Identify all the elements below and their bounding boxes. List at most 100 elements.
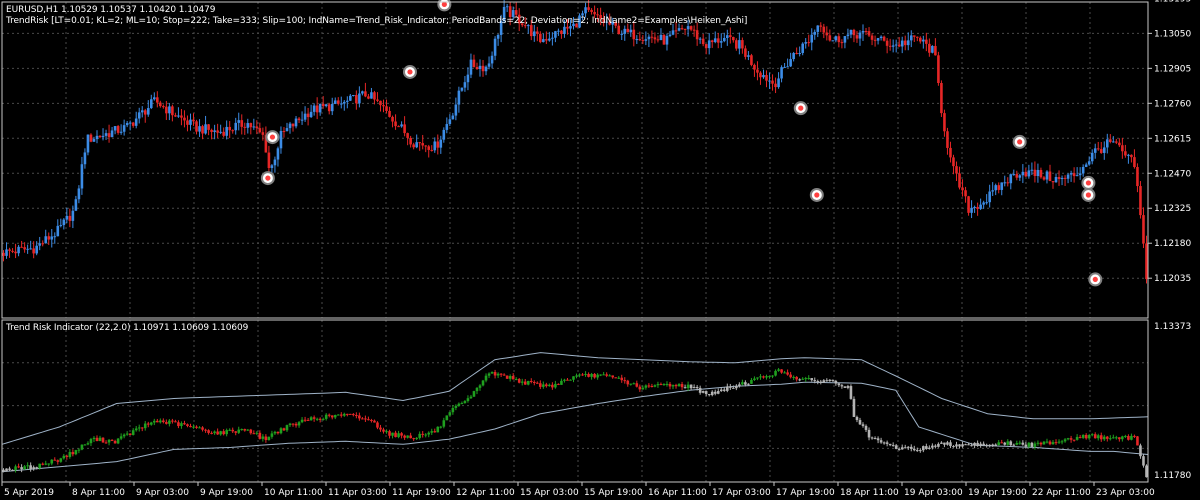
indicator-candle-body [876, 438, 880, 441]
indicator-candle-body [234, 431, 238, 433]
trade-marker-icon[interactable] [793, 101, 808, 116]
indicator-candle-body [545, 384, 548, 387]
candle-body [336, 100, 340, 104]
indicator-candle-body [32, 467, 35, 470]
candle-body [569, 26, 572, 29]
candle-body [35, 245, 38, 254]
indicator-candle-body [569, 379, 572, 381]
candle-body [710, 40, 714, 43]
candle-body [137, 112, 141, 119]
trade-marker-icon[interactable] [260, 171, 275, 186]
candle-body [219, 131, 222, 133]
candle-body [716, 38, 720, 43]
indicator-candle-body [478, 385, 482, 388]
candle-body [828, 35, 832, 41]
candle-body [789, 59, 792, 67]
candle-body [149, 99, 153, 109]
indicator-candle-body [909, 446, 913, 449]
candle-body [1099, 149, 1103, 153]
indicator-candle-body [1109, 438, 1112, 440]
indicator-candle-body [508, 376, 512, 379]
indicator-candle-body [174, 421, 177, 423]
candle-body [870, 35, 874, 40]
candle-body [110, 130, 114, 138]
indicator-candle-body [756, 377, 759, 379]
indicator-candle-body [258, 432, 262, 439]
candle-body [692, 29, 696, 31]
candle-body [261, 132, 265, 135]
trade-marker-icon[interactable] [402, 64, 417, 79]
indicator-candle-body [915, 450, 919, 452]
x-tick-label: 16 Apr 11:00 [648, 488, 707, 498]
trade-marker-icon[interactable] [265, 130, 280, 145]
indicator-candle-body [92, 437, 96, 440]
indicator-candle-body [719, 389, 723, 392]
trade-marker-icon[interactable] [1012, 134, 1027, 149]
indicator-candle-body [837, 383, 841, 386]
indicator-candle-body [1069, 438, 1073, 440]
y-tick-label: 1.12035 [1154, 274, 1191, 284]
candle-body [291, 123, 295, 127]
indicator-candle-body [180, 423, 183, 427]
indicator-candle-body [324, 414, 328, 419]
indicator-candle-body [146, 423, 150, 425]
indicator-candle-body [137, 427, 141, 429]
candle-body [680, 28, 684, 30]
candle-body [1109, 139, 1112, 143]
candle-body [162, 106, 165, 108]
indicator-candle-body [602, 374, 605, 376]
indicator-candle-body [231, 429, 235, 432]
candle-body [297, 118, 301, 121]
indicator-candle-body [1018, 442, 1022, 444]
indicator-candle-body [122, 434, 126, 437]
candle-body [735, 40, 738, 49]
trade-markers[interactable] [260, 0, 1103, 287]
price-chart[interactable]: 1.13195 1.13050 1.12905 1.12760 1.12615 1.124… [0, 0, 1200, 500]
indicator-candle-body [451, 407, 455, 413]
indicator-candle-body [620, 377, 624, 381]
indicator-candle-body [810, 378, 814, 381]
candle-body [339, 103, 343, 105]
indicator-candle-body [71, 452, 75, 455]
trade-marker-icon[interactable] [809, 187, 824, 202]
indicator-candle-body [1115, 437, 1118, 439]
candle-body [1012, 174, 1016, 176]
indicator-candle-body [484, 375, 488, 381]
candle-body [617, 25, 621, 35]
indicator-candle-body [379, 427, 382, 430]
candle-body [300, 119, 304, 121]
candle-body [819, 25, 823, 27]
indicator-candle-body [95, 437, 99, 442]
candle-body [1069, 173, 1073, 175]
indicator-candle-body [1090, 434, 1094, 436]
y-tick-label: 1.12760 [1154, 99, 1191, 109]
indicator-candle-body [104, 442, 108, 444]
indicator-candle-body [982, 443, 985, 446]
indicator-candle-body [614, 377, 618, 379]
candle-body [107, 133, 111, 138]
indicator-candle-body [23, 466, 26, 470]
indicator-candle-body [931, 445, 934, 448]
indicator-candle-body [644, 385, 648, 388]
candle-body [156, 97, 159, 103]
trade-marker-icon[interactable] [1081, 175, 1096, 190]
trade-marker-dot [269, 134, 276, 140]
candle-body [1039, 169, 1043, 178]
indicator-candle-body [861, 424, 865, 426]
candle-body [38, 243, 41, 246]
trade-marker-icon[interactable] [1081, 187, 1096, 202]
indicator-candle-body [596, 374, 599, 378]
indicator-candle-body [1139, 445, 1142, 457]
candle-body [496, 34, 500, 39]
trade-marker-icon[interactable] [1088, 272, 1103, 287]
candle-body [1127, 154, 1130, 156]
indicator-candle-body [729, 386, 732, 388]
candle-body [810, 34, 814, 43]
candle-body [400, 124, 403, 127]
candle-body [729, 35, 732, 38]
indicator-candle-body [1015, 443, 1019, 445]
indicator-candle-body [430, 431, 434, 433]
candle-body [198, 126, 201, 132]
candle-body [1033, 169, 1037, 177]
indicator-candle-body [1136, 436, 1139, 446]
